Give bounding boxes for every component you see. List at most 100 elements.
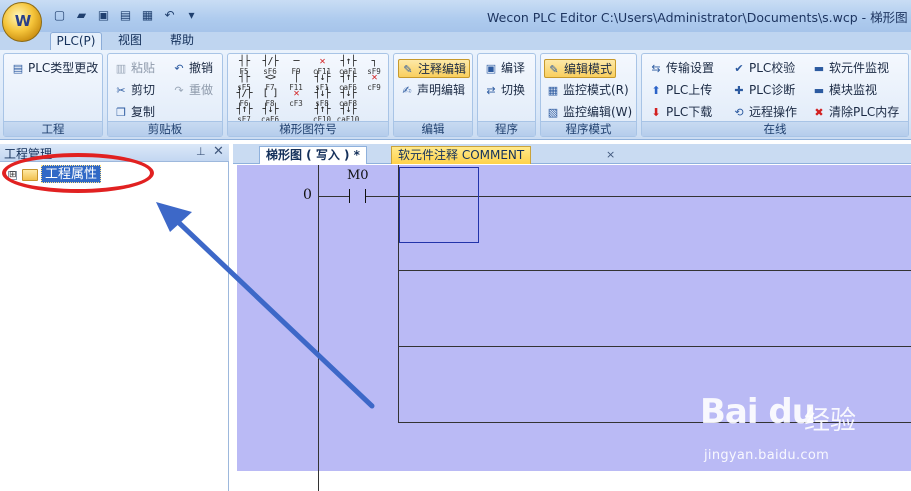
pin-icon[interactable]: ⊥ — [196, 145, 206, 158]
ladder-symbol-glyph-icon: ┤/├ — [236, 88, 252, 99]
plc-download-button[interactable]: ⬇ PLC下载 — [647, 103, 712, 122]
close-icon[interactable]: ✕ — [213, 144, 224, 159]
plc-verify-button[interactable]: ✔ PLC校验 — [730, 59, 795, 78]
group-label-ladder: 梯形图符号 — [228, 121, 388, 136]
group-project: ▤ PLC类型更改 工程 — [3, 53, 103, 137]
group-label-project: 工程 — [4, 121, 102, 136]
clear-plc-memory-label: 清除PLC内存 — [829, 105, 900, 119]
cut-button[interactable]: ✂ 剪切 — [112, 81, 155, 100]
plc-verify-icon: ✔ — [734, 62, 744, 75]
tab-device-comment[interactable]: 软元件注释 COMMENT — [391, 146, 532, 164]
open-folder-icon[interactable]: ▰ — [72, 6, 91, 24]
ladder-symbol-glyph-icon: ┤↑├ — [340, 56, 356, 67]
tab-help[interactable]: 帮助 — [162, 32, 202, 50]
plc-upload-button[interactable]: ⬆ PLC上传 — [647, 81, 712, 100]
ladder-symbol-glyph-icon: ┤↑├ — [236, 104, 252, 115]
new-file-icon[interactable]: ▢ — [50, 6, 69, 24]
ladder-symbol-cf3-button[interactable]: ✕ cF3 — [284, 89, 308, 109]
upload-arrow-icon: ⬆ — [651, 84, 661, 97]
group-label-clipboard: 剪贴板 — [108, 121, 222, 136]
group-program-mode: ✎ 编辑模式 ▦ 监控模式(R) ▧ 监控编辑(W) 程序模式 — [540, 53, 637, 137]
clear-memory-icon: ✖ — [814, 106, 824, 119]
ladder-symbol-glyph-icon: │ — [293, 72, 299, 83]
transfer-settings-label: 传输设置 — [666, 61, 715, 75]
group-edit: ✎ 注释编辑 ✍ 声明编辑 编辑 — [393, 53, 473, 137]
switch-label: 切换 — [501, 83, 526, 97]
comment-edit-button[interactable]: ✎ 注释编辑 — [398, 59, 471, 78]
plc-diagnose-button[interactable]: ✚ PLC诊断 — [730, 81, 795, 100]
dropdown-icon[interactable]: ▾ — [182, 6, 201, 24]
clear-plc-memory-button[interactable]: ✖ 清除PLC内存 — [810, 103, 899, 122]
plc-diagnose-label: PLC诊断 — [749, 83, 796, 97]
paste-icon: ▥ — [115, 62, 127, 75]
group-ladder-symbols: ┤├ F5 ┤/├ sF6 ─ F9 ✕ cF11 ┤↑├ caF1 ┐ sF9 ┤├ sF5 <> F7 │ F… — [227, 53, 389, 137]
remote-operation-label: 远程操作 — [749, 105, 798, 119]
module-monitor-button[interactable]: ▬ 模块监视 — [810, 81, 877, 100]
plc-type-change-label: PLC类型更改 — [28, 61, 99, 75]
ladder-symbol-glyph-icon: ┤↓├ — [340, 104, 356, 115]
undo-arrow-icon[interactable]: ↶ — [160, 6, 179, 24]
switch-button[interactable]: ⇄ 切换 — [482, 81, 525, 100]
group-label-program-mode: 程序模式 — [541, 121, 636, 136]
ladder-symbol-glyph-icon: ─ — [293, 56, 299, 67]
device-monitor-label: 软元件监视 — [829, 61, 890, 75]
save-as-icon[interactable]: ▤ — [116, 6, 135, 24]
ladder-symbol-glyph-icon: ┤/├ — [262, 56, 278, 67]
monitor-edit-button[interactable]: ▧ 监控编辑(W) — [544, 103, 632, 122]
ladder-symbol-glyph-icon: ┤↑├ — [340, 72, 356, 83]
undo-button[interactable]: ↶ 撤销 — [170, 59, 213, 78]
device-monitor-button[interactable]: ▬ 软元件监视 — [810, 59, 889, 78]
ladder-symbol-cf9-button[interactable]: ✕ cF9 — [362, 73, 386, 93]
tab-close-icon[interactable]: × — [606, 148, 615, 161]
group-clipboard: ▥ 粘贴 ✂ 剪切 ❐ 复制 ↶ 撤销 ↷ 重做 剪贴板 — [107, 53, 223, 137]
step-number: 0 — [303, 187, 312, 203]
ladder-symbol-glyph-icon: <> — [264, 72, 276, 83]
rung-wire-left — [319, 196, 349, 197]
edit-mode-button[interactable]: ✎ 编辑模式 — [544, 59, 617, 78]
contact-bar-left — [349, 189, 350, 203]
ladder-symbol-glyph-icon: ✕ — [319, 56, 325, 67]
ladder-symbol-glyph-icon: ┤├ — [238, 56, 250, 67]
edit-mode-icon: ✎ — [549, 63, 559, 76]
plc-type-change-button[interactable]: ▤ PLC类型更改 — [9, 59, 99, 78]
tab-ladder-write[interactable]: 梯形图 ( 写入 ) * — [259, 146, 367, 164]
plc-chip-icon: ▤ — [12, 62, 24, 75]
plc-download-label: PLC下载 — [666, 105, 713, 119]
transfer-settings-button[interactable]: ⇆ 传输设置 — [647, 59, 714, 78]
save-icon[interactable]: ▣ — [94, 6, 113, 24]
compile-button[interactable]: ▣ 编译 — [482, 59, 525, 78]
app-menu-button[interactable]: W — [2, 2, 42, 42]
group-label-program: 程序 — [478, 121, 535, 136]
statement-edit-icon: ✍ — [402, 84, 412, 97]
baidu-watermark: Bai du 经验 jingyan.baidu.com — [698, 386, 898, 476]
group-label-edit: 编辑 — [394, 121, 472, 136]
project-management-panel: 工程管理 ⊥ ✕ ⊞ 工程属性 — [0, 144, 229, 491]
ladder-symbol-glyph-icon: ┐ — [371, 56, 377, 67]
comment-edit-icon: ✎ — [403, 63, 413, 76]
edit-mode-label: 编辑模式 — [564, 62, 613, 76]
paste-button[interactable]: ▥ 粘贴 — [112, 59, 155, 78]
tab-view[interactable]: 视图 — [110, 32, 150, 50]
redo-label: 重做 — [189, 83, 214, 97]
ladder-symbol-glyph-icon: ✕ — [371, 72, 377, 83]
redo-button[interactable]: ↷ 重做 — [170, 81, 213, 100]
monitor-mode-icon: ▦ — [547, 84, 559, 97]
ladder-symbol-glyph-icon: [ ] — [262, 88, 278, 99]
statement-edit-button[interactable]: ✍ 声明编辑 — [398, 81, 465, 100]
cut-label: 剪切 — [131, 83, 156, 97]
copy-button[interactable]: ❐ 复制 — [112, 103, 155, 122]
monitor-mode-button[interactable]: ▦ 监控模式(R) — [544, 81, 629, 100]
branch-line-1 — [398, 270, 911, 271]
open-project-icon[interactable]: ▦ — [138, 6, 157, 24]
watermark-url: jingyan.baidu.com — [704, 448, 830, 463]
app-logo-icon: W — [14, 12, 32, 30]
cell-cursor[interactable] — [399, 167, 479, 243]
monitor-edit-label: 监控编辑(W) — [563, 105, 633, 119]
monitor-edit-icon: ▧ — [547, 106, 559, 119]
device-monitor-icon: ▬ — [813, 62, 825, 75]
group-program: ▣ 编译 ⇄ 切换 程序 — [477, 53, 536, 137]
undo-label: 撤销 — [189, 61, 214, 75]
remote-operation-button[interactable]: ⟲ 远程操作 — [730, 103, 797, 122]
plc-verify-label: PLC校验 — [749, 61, 796, 75]
tab-plc[interactable]: PLC(P) — [50, 32, 102, 50]
